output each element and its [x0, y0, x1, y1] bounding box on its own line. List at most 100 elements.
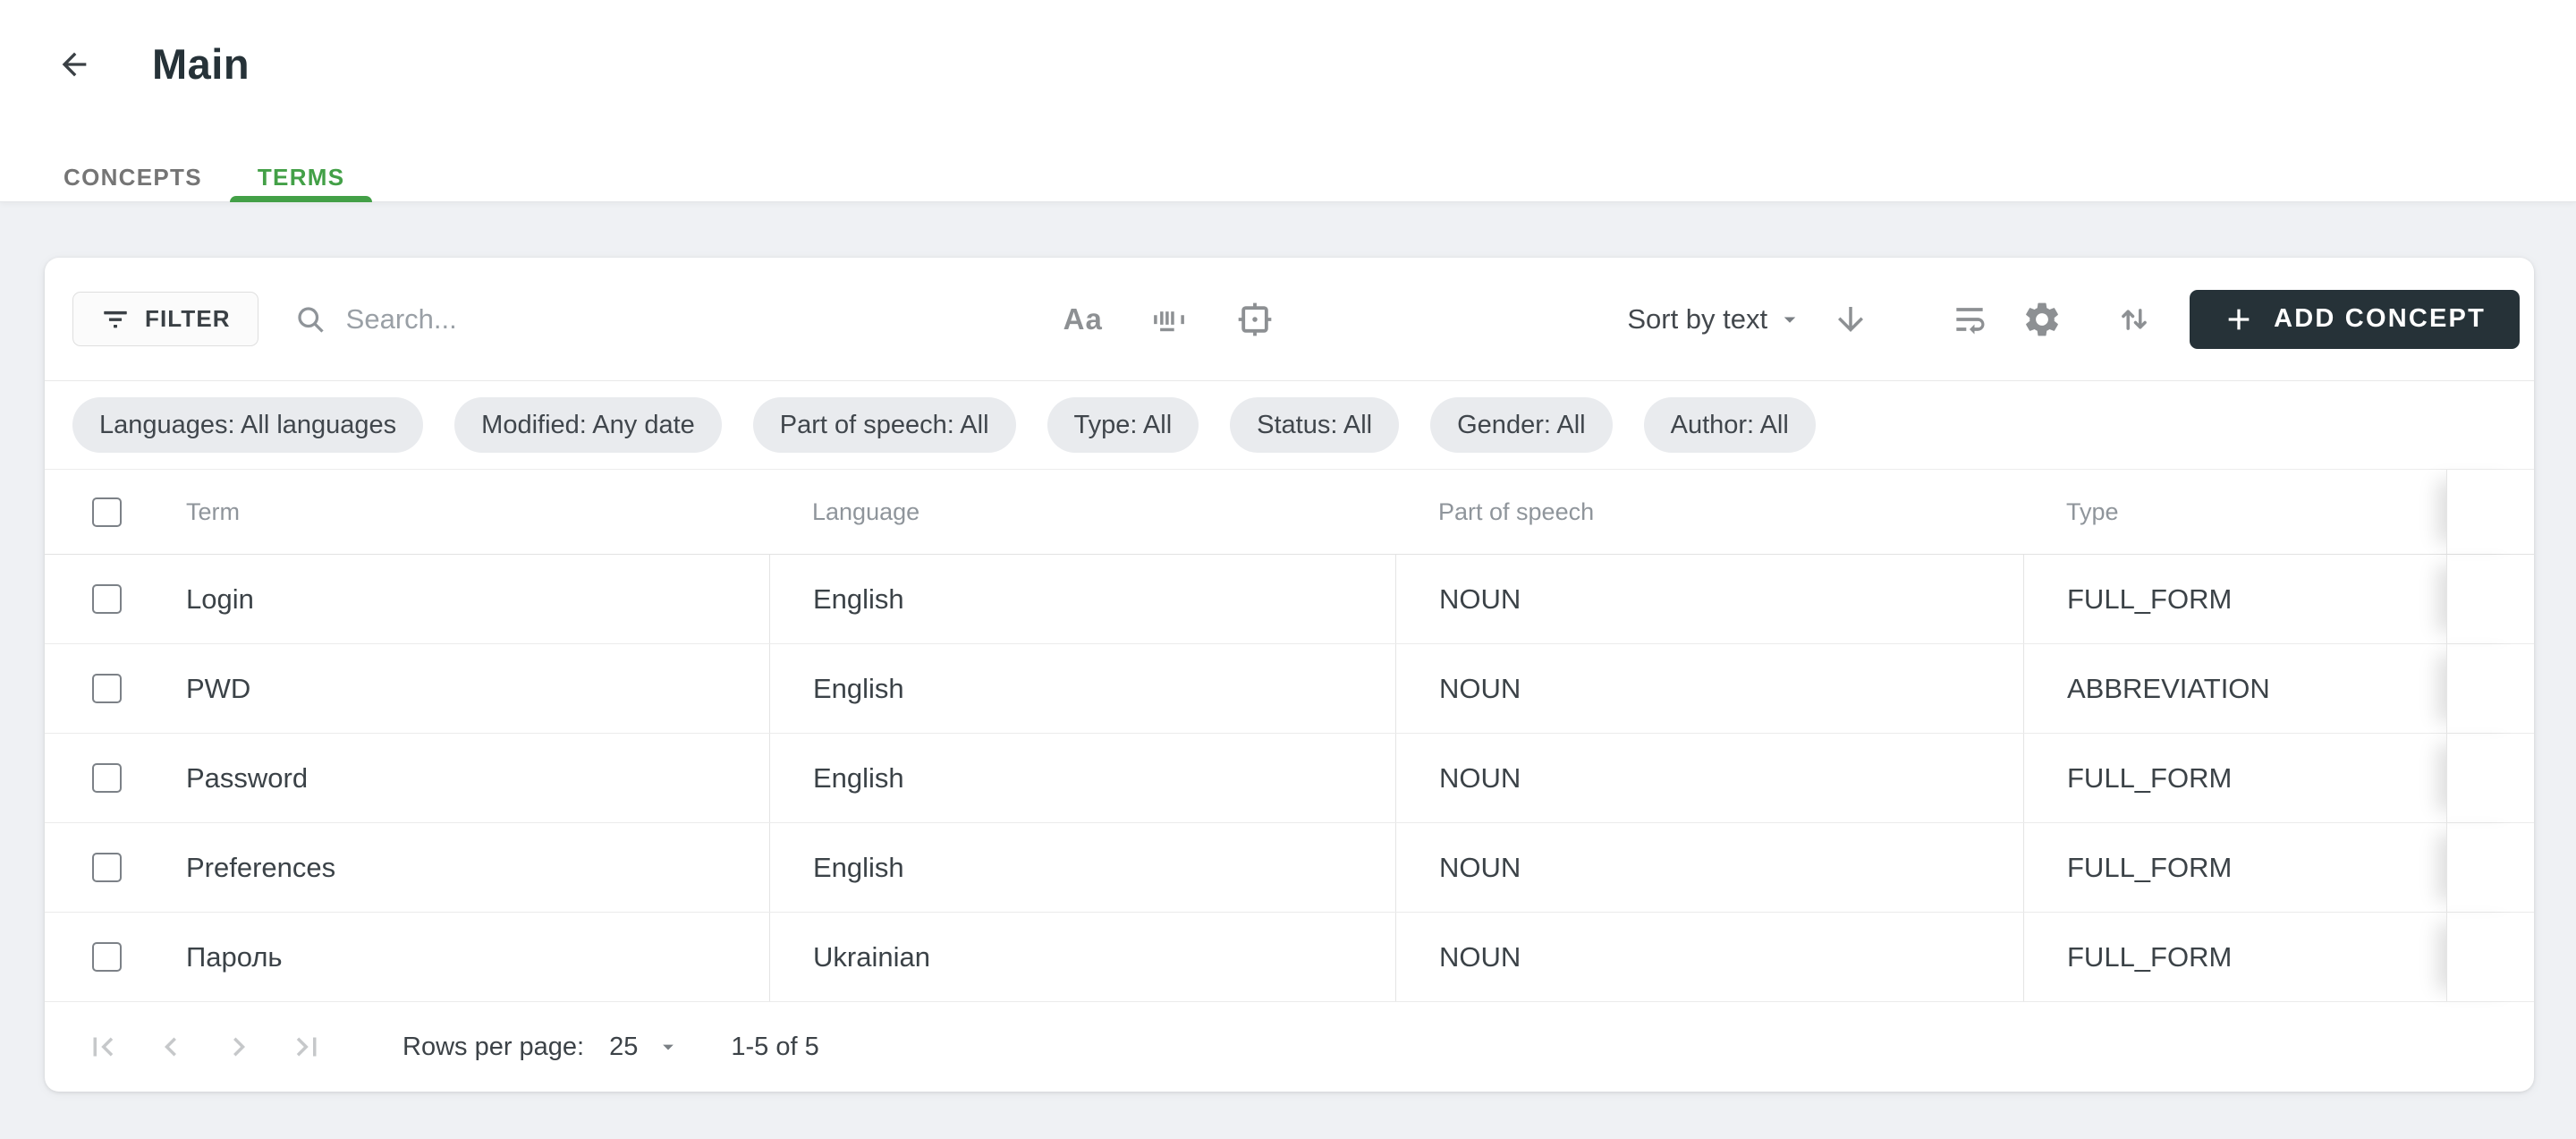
part-of-speech-cell: NOUN — [1395, 644, 2023, 733]
part-of-speech-cell: NOUN — [1395, 913, 2023, 1001]
app-header: Main CONCEPTS TERMS — [0, 0, 2576, 202]
pagination-range-label: 1-5 of 5 — [731, 1033, 818, 1062]
swap-vertical-icon — [2114, 300, 2154, 339]
term-cell: Login — [143, 555, 769, 643]
first-page-icon — [84, 1028, 122, 1066]
filter-chips-row: Languages: All languages Modified: Any d… — [45, 381, 2534, 470]
term-cell: PWD — [143, 644, 769, 733]
tab-terms[interactable]: TERMS — [230, 153, 373, 201]
match-case-button[interactable]: Aa — [1063, 302, 1103, 336]
filter-button-label: FILTER — [145, 305, 231, 333]
pagination-bar: Rows per page: 25 1-5 of 5 — [45, 1002, 2534, 1092]
chevron-down-icon — [1776, 306, 1803, 333]
active-tab-indicator — [230, 196, 373, 202]
chip-author[interactable]: Author: All — [1644, 397, 1816, 453]
wrap-text-button[interactable] — [1950, 300, 1989, 339]
term-cell: Пароль — [143, 913, 769, 1001]
actions-cell — [2446, 913, 2534, 1001]
settings-button[interactable] — [2021, 299, 2063, 340]
tab-concepts[interactable]: CONCEPTS — [36, 153, 230, 201]
table-row[interactable]: Preferences English NOUN FULL_FORM — [45, 823, 2534, 913]
table-row[interactable]: PWD English NOUN ABBREVIATION — [45, 644, 2534, 734]
part-of-speech-cell: NOUN — [1395, 823, 2023, 912]
last-page-button[interactable] — [288, 1028, 326, 1066]
language-cell: English — [769, 555, 1395, 643]
part-of-speech-cell: NOUN — [1395, 555, 2023, 643]
previous-page-button[interactable] — [152, 1028, 190, 1066]
chip-gender[interactable]: Gender: All — [1430, 397, 1612, 453]
column-header-type: Type — [2023, 470, 2446, 554]
column-header-term: Term — [143, 470, 769, 554]
type-cell: FULL_FORM — [2023, 823, 2446, 912]
first-page-button[interactable] — [84, 1028, 122, 1066]
center-focus-icon — [1235, 300, 1275, 339]
row-checkbox[interactable] — [92, 853, 122, 882]
column-header-actions — [2446, 470, 2534, 554]
chevron-right-icon — [220, 1028, 258, 1066]
row-checkbox[interactable] — [92, 763, 122, 793]
sort-select-label: Sort by text — [1627, 303, 1767, 336]
type-cell: ABBREVIATION — [2023, 644, 2446, 733]
language-cell: English — [769, 734, 1395, 822]
add-concept-button[interactable]: ADD CONCEPT — [2190, 290, 2520, 349]
search-icon — [294, 303, 326, 336]
barcode-icon — [1149, 300, 1189, 339]
rows-per-page-select[interactable]: 25 — [609, 1033, 681, 1062]
table-header-row: Term Language Part of speech Type — [45, 470, 2534, 555]
last-page-icon — [288, 1028, 326, 1066]
row-checkbox[interactable] — [92, 674, 122, 703]
actions-cell — [2446, 555, 2534, 643]
wrap-text-icon — [1950, 300, 1989, 339]
sort-select[interactable]: Sort by text — [1627, 303, 1803, 336]
actions-cell — [2446, 823, 2534, 912]
tab-terms-label: TERMS — [258, 164, 345, 191]
terms-card: FILTER Aa — [45, 258, 2534, 1092]
chip-languages[interactable]: Languages: All languages — [72, 397, 423, 453]
filter-icon — [100, 304, 131, 335]
sort-direction-button[interactable] — [1832, 301, 1869, 338]
search-input[interactable] — [344, 302, 765, 336]
match-case-label: Aa — [1063, 302, 1103, 336]
import-export-button[interactable] — [2114, 300, 2154, 339]
exact-match-button[interactable] — [1235, 300, 1275, 339]
table-row[interactable]: Пароль Ukrainian NOUN FULL_FORM — [45, 913, 2534, 1002]
term-cell: Password — [143, 734, 769, 822]
arrow-down-icon — [1832, 301, 1869, 338]
actions-cell — [2446, 644, 2534, 733]
select-all-checkbox[interactable] — [92, 497, 122, 527]
chip-modified[interactable]: Modified: Any date — [454, 397, 722, 453]
toolbar-right: Sort by text — [1627, 290, 2520, 349]
table-row[interactable]: Login English NOUN FULL_FORM — [45, 555, 2534, 644]
column-header-language: Language — [769, 470, 1395, 554]
table-body: Login English NOUN FULL_FORM PWD English… — [45, 555, 2534, 1002]
part-of-speech-cell: NOUN — [1395, 734, 2023, 822]
chip-status[interactable]: Status: All — [1230, 397, 1399, 453]
term-cell: Preferences — [143, 823, 769, 912]
settings-gear-icon — [2021, 299, 2063, 340]
filter-button[interactable]: FILTER — [72, 292, 258, 346]
chip-part-of-speech[interactable]: Part of speech: All — [753, 397, 1016, 453]
type-cell: FULL_FORM — [2023, 913, 2446, 1001]
plus-icon — [2224, 304, 2254, 335]
terms-table: Term Language Part of speech Type Login … — [45, 470, 2534, 1092]
chip-type[interactable]: Type: All — [1047, 397, 1199, 453]
add-concept-label: ADD CONCEPT — [2274, 304, 2486, 334]
table-row[interactable]: Password English NOUN FULL_FORM — [45, 734, 2534, 823]
rows-per-page-label: Rows per page: — [402, 1033, 584, 1062]
rows-per-page-value: 25 — [609, 1033, 638, 1062]
page-title: Main — [152, 39, 250, 89]
next-page-button[interactable] — [220, 1028, 258, 1066]
column-header-part-of-speech: Part of speech — [1395, 470, 2023, 554]
row-checkbox[interactable] — [92, 584, 122, 614]
barcode-match-button[interactable] — [1149, 300, 1189, 339]
page-content: FILTER Aa — [0, 202, 2576, 1092]
type-cell: FULL_FORM — [2023, 555, 2446, 643]
language-cell: English — [769, 644, 1395, 733]
title-row: Main — [54, 39, 2576, 89]
search-options: Aa — [1063, 300, 1275, 339]
chevron-left-icon — [152, 1028, 190, 1066]
row-checkbox[interactable] — [92, 942, 122, 972]
back-button[interactable] — [54, 44, 95, 85]
language-cell: Ukrainian — [769, 913, 1395, 1001]
type-cell: FULL_FORM — [2023, 734, 2446, 822]
